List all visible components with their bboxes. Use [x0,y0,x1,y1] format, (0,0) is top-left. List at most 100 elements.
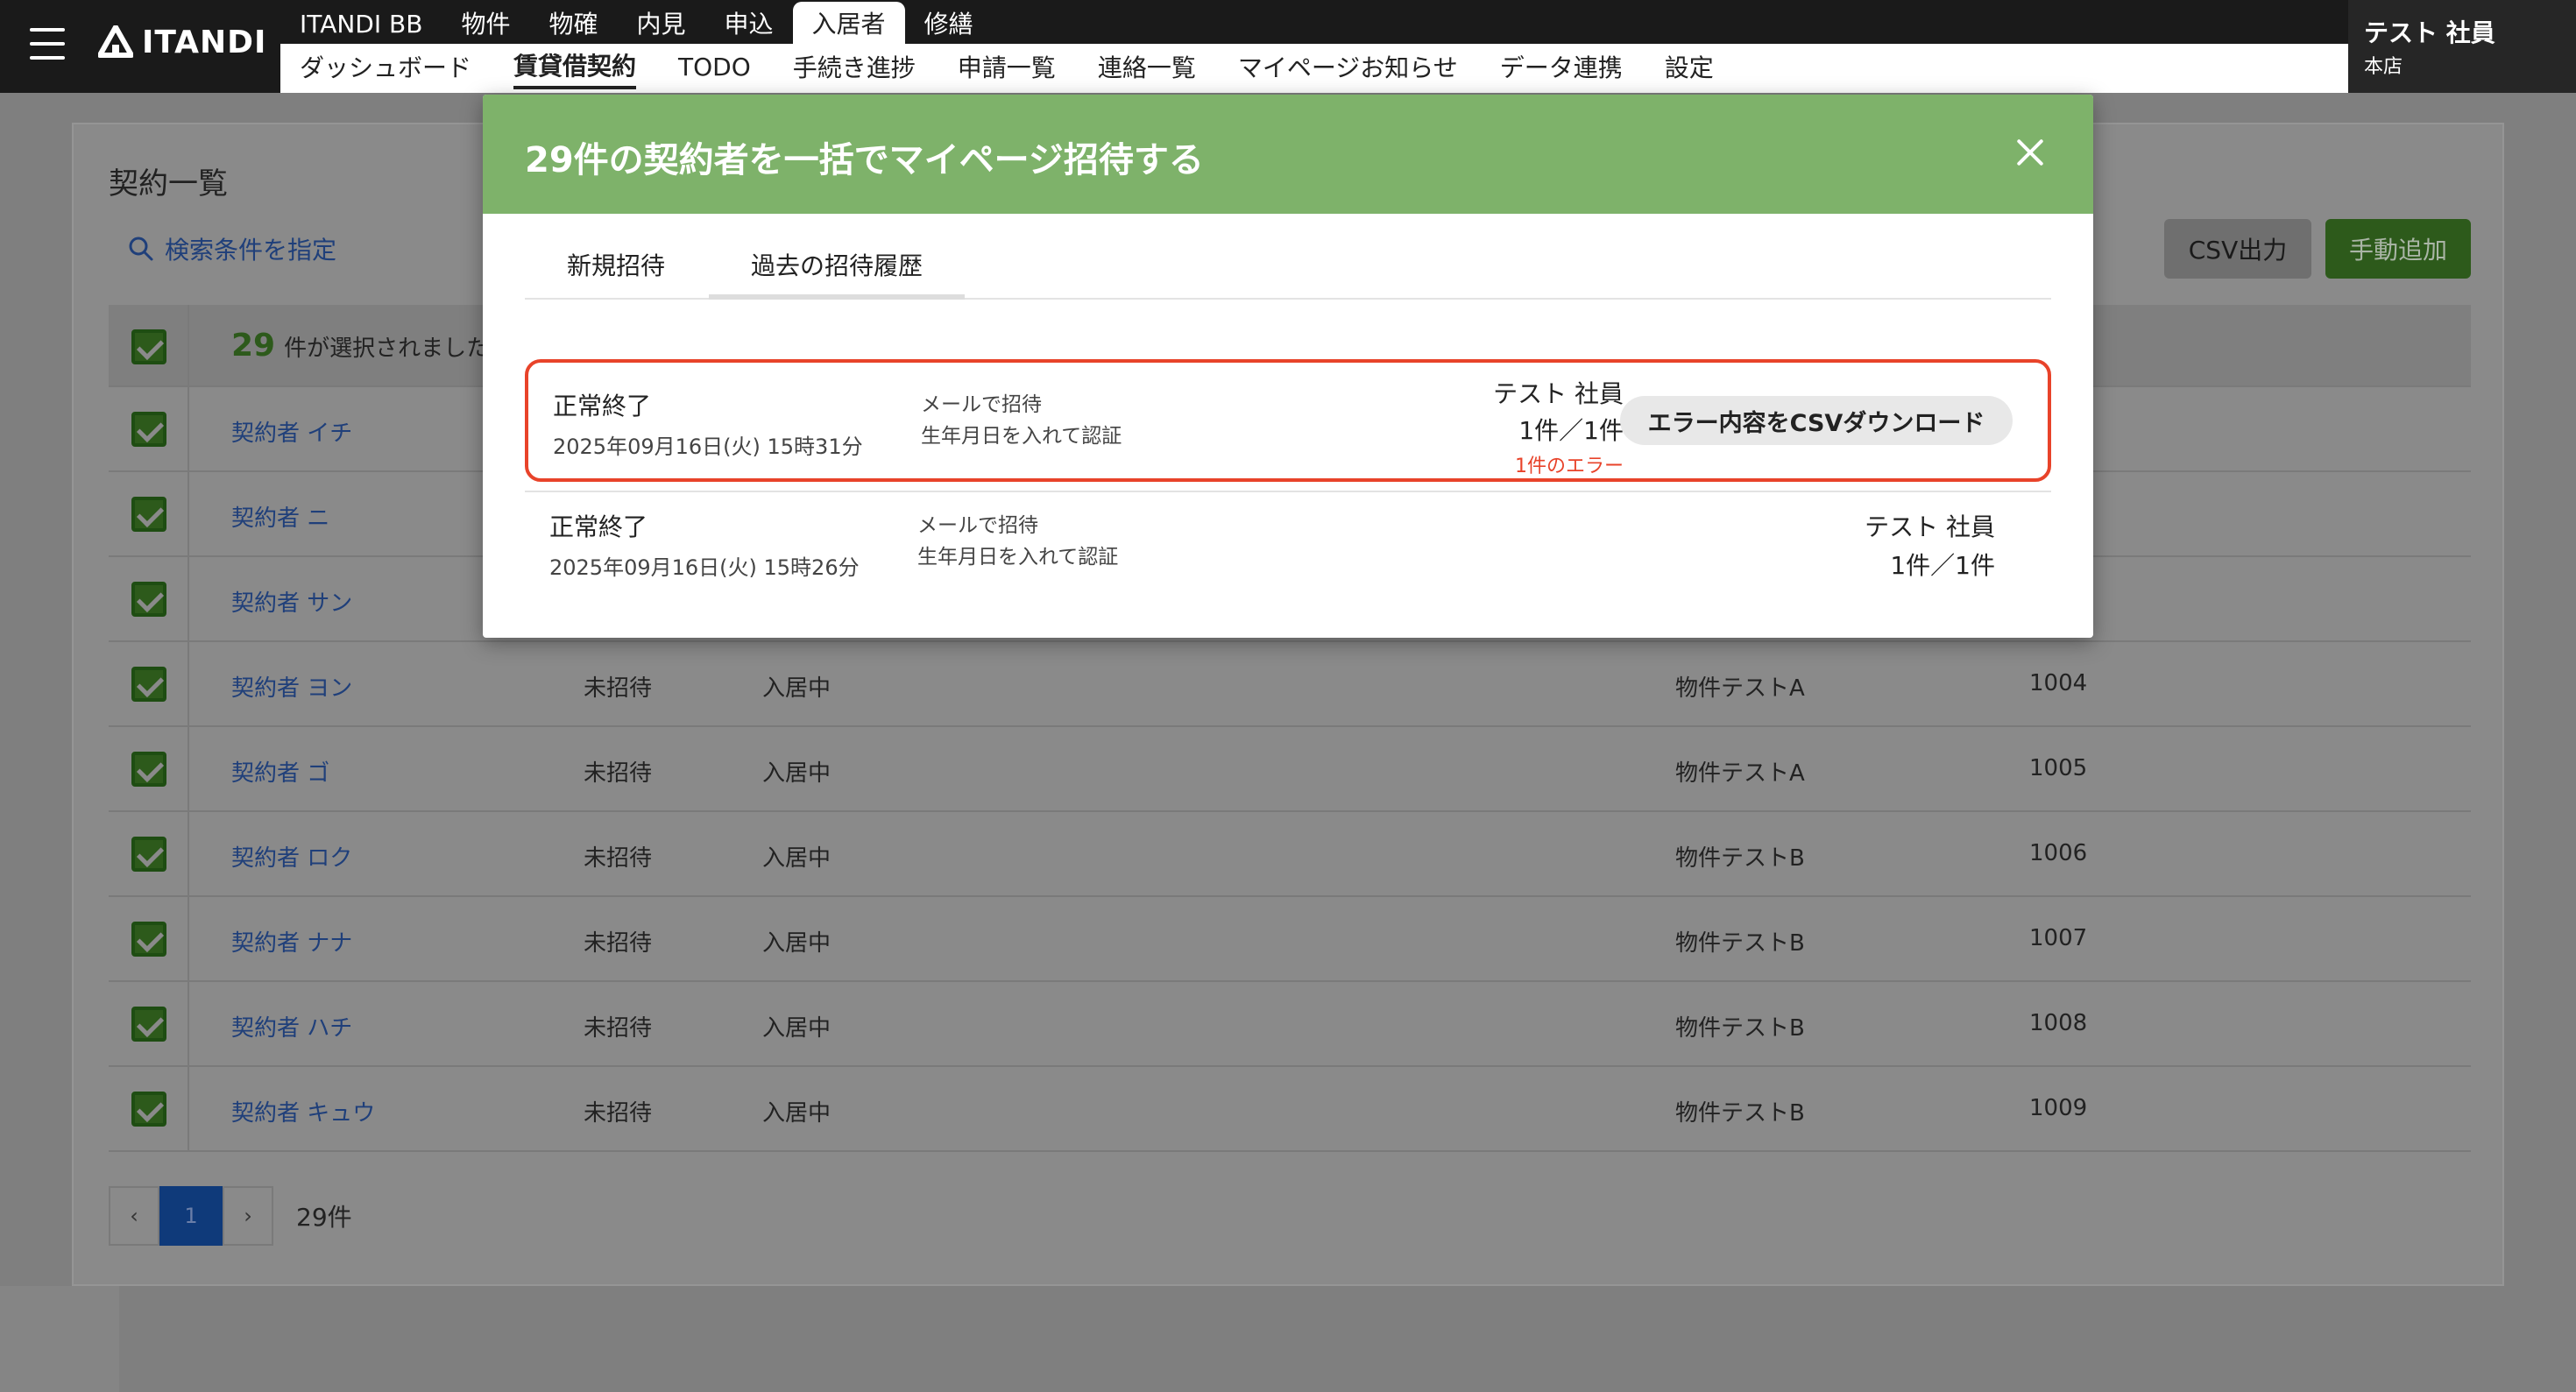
tab-invite-history[interactable]: 過去の招待履歴 [709,249,966,300]
room-number: 1007 [2029,925,2088,951]
invite-status: 未招待 [584,930,653,957]
nav-contact-list[interactable]: 連絡一覧 [1098,49,1196,88]
contractor-name-link[interactable]: 契約者 ヨン [231,670,352,703]
tab-tenant[interactable]: 入居者 [792,2,905,44]
contractor-name-link[interactable]: 契約者 ナナ [231,925,352,957]
property-name: 物件テストB [1675,845,1805,872]
selected-count-label: 29 件が選択されました [231,328,489,364]
search-conditions-label: 検索条件を指定 [165,236,337,265]
selected-count: 29 [231,328,276,364]
column-divider [188,1067,189,1150]
history-method-line-1: メールで招待 [921,393,1042,416]
tab-itandi-bb[interactable]: ITANDI BB [280,2,442,44]
room-number: 1006 [2029,840,2088,866]
nav-mypage-notice[interactable]: マイページお知らせ [1238,49,1458,88]
background-strip [0,1286,119,1392]
nav-procedure-progress[interactable]: 手続き進捗 [793,49,916,88]
room-number: 1005 [2029,755,2088,781]
nav-todo[interactable]: TODO [678,53,751,85]
nav-data-integration[interactable]: データ連携 [1500,49,1623,88]
pagination: ‹ 1 › 29件 [109,1186,352,1246]
tab-repair[interactable]: 修繕 [905,2,993,44]
app-header: ITANDI ITANDI BB 物件 物確 内見 申込 入居者 修繕 ダッシュ… [0,0,2576,93]
user-store: 本店 [2364,56,2403,78]
row-checkbox[interactable] [131,752,166,787]
tab-property[interactable]: 物件 [442,2,529,44]
tab-viewing[interactable]: 内見 [617,2,704,44]
contractor-name-link[interactable]: 契約者 ハチ [231,1010,352,1042]
history-method-line-2: 生年月日を入れて認証 [917,546,1119,569]
row-checkbox[interactable] [131,497,166,532]
contractor-name-link[interactable]: 契約者 ロク [231,840,352,873]
nav-dashboard[interactable]: ダッシュボード [300,49,471,88]
prev-page-button[interactable]: ‹ [109,1186,159,1246]
room-number: 1009 [2029,1095,2088,1121]
selected-suffix: 件が選択されました [284,336,490,362]
next-page-button[interactable]: › [223,1186,273,1246]
column-divider [188,305,189,385]
nav-lease-contract[interactable]: 賃貸借契約 [513,47,637,89]
table-row: 契約者 キュウ 未招待 入居中 物件テストB 1009 [109,1067,2471,1152]
row-checkbox[interactable] [131,1092,166,1127]
tab-application[interactable]: 申込 [704,2,792,44]
tab-new-invite[interactable]: 新規招待 [525,249,707,300]
property-name: 物件テストB [1675,1015,1805,1042]
row-checkbox[interactable] [131,582,166,617]
contractor-name-link[interactable]: 契約者 ニ [231,500,329,533]
history-user: テスト 社員 [1493,379,1624,408]
history-status: 正常終了 [553,392,652,420]
download-error-csv-button[interactable]: エラー内容をCSVダウンロード [1620,396,2013,445]
contractor-name-link[interactable]: 契約者 イチ [231,415,352,448]
tab-property-check[interactable]: 物確 [529,2,617,44]
itandi-logo-icon [98,25,133,58]
itandi-logo[interactable]: ITANDI [98,25,266,60]
invite-status: 未招待 [584,1015,653,1042]
user-menu[interactable]: テスト 社員 本店 [2348,0,2576,93]
hamburger-menu-icon[interactable] [30,28,65,60]
property-name: 物件テストB [1675,1100,1805,1127]
residence-state: 入居中 [762,930,832,957]
residence-state: 入居中 [762,845,832,872]
history-row-highlighted: 正常終了 2025年09月16日(火) 15時31分 メールで招待 生年月日を入… [525,359,2051,482]
page-title: 契約一覧 [109,166,228,201]
contractor-name-link[interactable]: 契約者 キュウ [231,1095,375,1127]
invite-status: 未招待 [584,675,653,702]
history-error: 1件のエラー [1515,456,1624,477]
bulk-invite-modal: 29件の契約者を一括でマイページ招待する 新規招待 過去の招待履歴 正常終了 2… [483,95,2093,638]
history-date: 2025年09月16日(火) 15時26分 [549,555,860,580]
history-method-line-2: 生年月日を入れて認証 [921,425,1122,448]
sub-navigation: ダッシュボード 賃貸借契約 TODO 手続き進捗 申請一覧 連絡一覧 マイページ… [280,44,2348,93]
row-checkbox[interactable] [131,922,166,957]
contractor-name-link[interactable]: 契約者 ゴ [231,755,329,788]
residence-state: 入居中 [762,1015,832,1042]
select-all-checkbox[interactable] [131,329,166,364]
residence-state: 入居中 [762,675,832,702]
column-divider [188,812,189,895]
column-divider [188,897,189,980]
history-method-line-1: メールで招待 [917,514,1038,537]
row-checkbox[interactable] [131,667,166,702]
residence-state: 入居中 [762,1100,832,1127]
history-user: テスト 社員 [1865,512,1995,541]
row-checkbox[interactable] [131,412,166,447]
column-divider [188,472,189,555]
nav-request-list[interactable]: 申請一覧 [958,49,1056,88]
invite-status: 未招待 [584,845,653,872]
column-divider [188,642,189,725]
close-icon[interactable] [2013,135,2048,170]
invite-status: 未招待 [584,1100,653,1127]
nav-settings[interactable]: 設定 [1665,49,1714,88]
logo-text: ITANDI [142,25,267,60]
history-row: 正常終了 2025年09月16日(火) 15時26分 メールで招待 生年月日を入… [525,491,2051,596]
history-method: メールで招待 生年月日を入れて認証 [917,510,1118,573]
page-1-button[interactable]: 1 [159,1186,223,1246]
contractor-name-link[interactable]: 契約者 サン [231,585,352,618]
search-conditions-link[interactable]: 検索条件を指定 [128,231,336,266]
row-checkbox[interactable] [131,837,166,872]
property-name: 物件テストA [1675,760,1805,787]
csv-export-button[interactable]: CSV出力 [2164,219,2311,279]
modal-title: 29件の契約者を一括でマイページ招待する [525,140,1204,180]
manual-add-button[interactable]: 手動追加 [2325,219,2471,279]
row-checkbox[interactable] [131,1007,166,1042]
table-row: 契約者 ハチ 未招待 入居中 物件テストB 1008 [109,982,2471,1067]
